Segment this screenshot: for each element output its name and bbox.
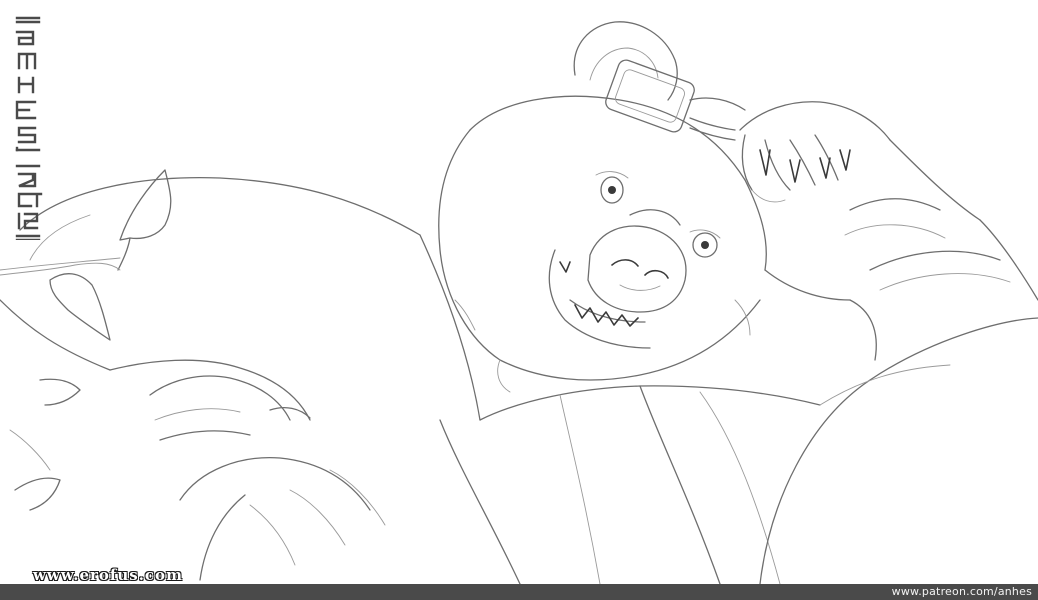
artwork-canvas: www.patreon.com/anhes www.erofus.com [0, 0, 1038, 600]
footer-bar [0, 584, 1038, 600]
watermark-text: www.erofus.com [32, 565, 183, 584]
signature-glyphs-icon [15, 16, 43, 242]
bear-lineart-illustration [0, 21, 1038, 585]
patreon-url[interactable]: www.patreon.com/anhes [892, 584, 1032, 600]
artist-signature [13, 14, 43, 242]
